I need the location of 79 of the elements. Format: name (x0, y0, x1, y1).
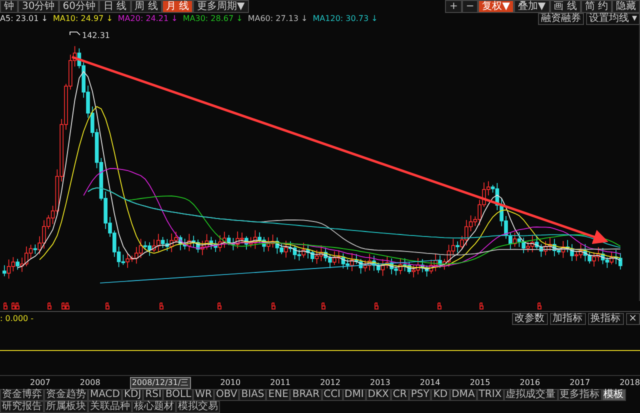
year-label: 2010 (220, 378, 241, 388)
indicator-tab[interactable]: WR (193, 389, 214, 401)
year-label: 2013 (370, 378, 390, 388)
signal-marker-icon (438, 302, 442, 310)
year-label: 2007 (30, 378, 50, 388)
toolbar-button[interactable]: 隐藏 (612, 0, 640, 13)
indicator-tab[interactable]: 模板 (602, 389, 626, 401)
indicator-tab[interactable]: CR (390, 389, 409, 401)
year-label: 2012 (320, 378, 340, 388)
toolbar-button[interactable]: 画 线 (550, 0, 581, 13)
indicator-tab[interactable]: DKX (366, 389, 391, 401)
info-tab[interactable]: 核心题材 (132, 401, 176, 413)
moving-average-label: MA60: 27.13 ↓ (248, 14, 308, 24)
year-label: 2018 (620, 378, 640, 388)
signal-marker-icon (48, 302, 52, 310)
period-tab[interactable]: 周 线 (130, 0, 162, 13)
year-label: 2008 (80, 378, 100, 388)
indicator-tab[interactable]: PSY (408, 389, 432, 401)
signal-marker-icon (480, 302, 484, 310)
indicator-tab[interactable]: 虚拟成交量 (504, 389, 558, 401)
year-label: 2017 (570, 378, 590, 388)
signal-marker-icon (322, 302, 326, 310)
indicator-tab[interactable]: 资金趋势 (44, 389, 88, 401)
indicator-button[interactable]: 加指标 (550, 312, 586, 324)
indicator-tab[interactable]: KDJ (122, 389, 144, 401)
moving-average-label: MA30: 28.67 ↓ (182, 14, 243, 24)
indicator-button[interactable]: × (626, 312, 640, 324)
period-tab[interactable]: 钟 (0, 0, 18, 13)
toolbar-button[interactable]: − (462, 0, 478, 13)
moving-average-label: MA20: 24.21 ↓ (118, 14, 178, 24)
period-tab[interactable]: 月 线 (162, 0, 194, 13)
signal-marker-icon (272, 302, 276, 310)
period-tab[interactable]: 30分钟 (18, 0, 59, 13)
indicator-button[interactable]: 换指标 (588, 312, 624, 324)
chart-button[interactable]: 融资融券 (538, 13, 584, 25)
indicator-button[interactable]: 改参数 (512, 312, 548, 324)
info-tab[interactable]: 关联品种 (88, 401, 132, 413)
indicator-tab[interactable]: TRIX (476, 389, 504, 401)
peak-price-label: 142.31 (82, 31, 110, 40)
signal-marker-icon (374, 302, 378, 310)
indicator-tab[interactable]: KD (431, 389, 450, 401)
indicator-tab[interactable]: BRAR (290, 389, 322, 401)
indicator-tab[interactable]: RSI (143, 389, 164, 401)
date-cursor-label: 2008/12/31/三 (130, 376, 191, 388)
signal-marker-icon (4, 302, 8, 310)
indicator-tab[interactable]: BIAS (239, 389, 266, 401)
signal-marker-icon (538, 302, 542, 310)
indicator-tab[interactable]: DMA (450, 389, 477, 401)
moving-average-label: MA120: 30.73 ↓ (312, 14, 378, 24)
indicator-tab[interactable]: DMI (342, 389, 366, 401)
moving-average-label: A5: 23.01 ↓ (0, 14, 48, 24)
toolbar-button[interactable]: 叠加▼ (514, 0, 550, 13)
indicator-tab[interactable]: MACD (88, 389, 122, 401)
indicator-tab[interactable]: 更多指标 (558, 389, 602, 401)
toolbar-button[interactable]: + (445, 0, 462, 13)
indicator-tab[interactable]: BOLL (163, 389, 194, 401)
indicator-tab[interactable]: CCI (322, 389, 343, 401)
year-label: 2016 (520, 378, 540, 388)
indicator-tab[interactable]: OBV (214, 389, 240, 401)
year-label: 2015 (470, 378, 490, 388)
moving-average-label: MA10: 24.97 ↓ (52, 14, 113, 24)
period-tab[interactable]: 更多周期▼ (193, 0, 249, 13)
chart-button[interactable]: 设置均线 ▾ (586, 13, 640, 25)
peak-marker-icon (70, 32, 80, 36)
signal-marker-icon (218, 302, 222, 310)
period-tab[interactable]: 日 线 (99, 0, 131, 13)
signal-marker-icon (160, 302, 164, 310)
indicator-value: : 0.000 - (0, 314, 34, 324)
year-label: 2014 (420, 378, 440, 388)
signal-marker-icon (106, 302, 110, 310)
info-tab[interactable]: 研究报告 (0, 401, 44, 413)
period-tab[interactable]: 60分钟 (58, 0, 100, 13)
indicator-tab[interactable]: 资金博弈 (0, 389, 44, 401)
year-label: 2011 (270, 378, 290, 388)
info-tab[interactable]: 模拟交易 (176, 401, 220, 413)
toolbar-button[interactable]: 简 约 (580, 0, 612, 13)
toolbar-button[interactable]: 复权▼ (478, 0, 514, 13)
info-tab[interactable]: 所属板块 (44, 401, 88, 413)
indicator-tab[interactable]: ENE (266, 389, 290, 401)
